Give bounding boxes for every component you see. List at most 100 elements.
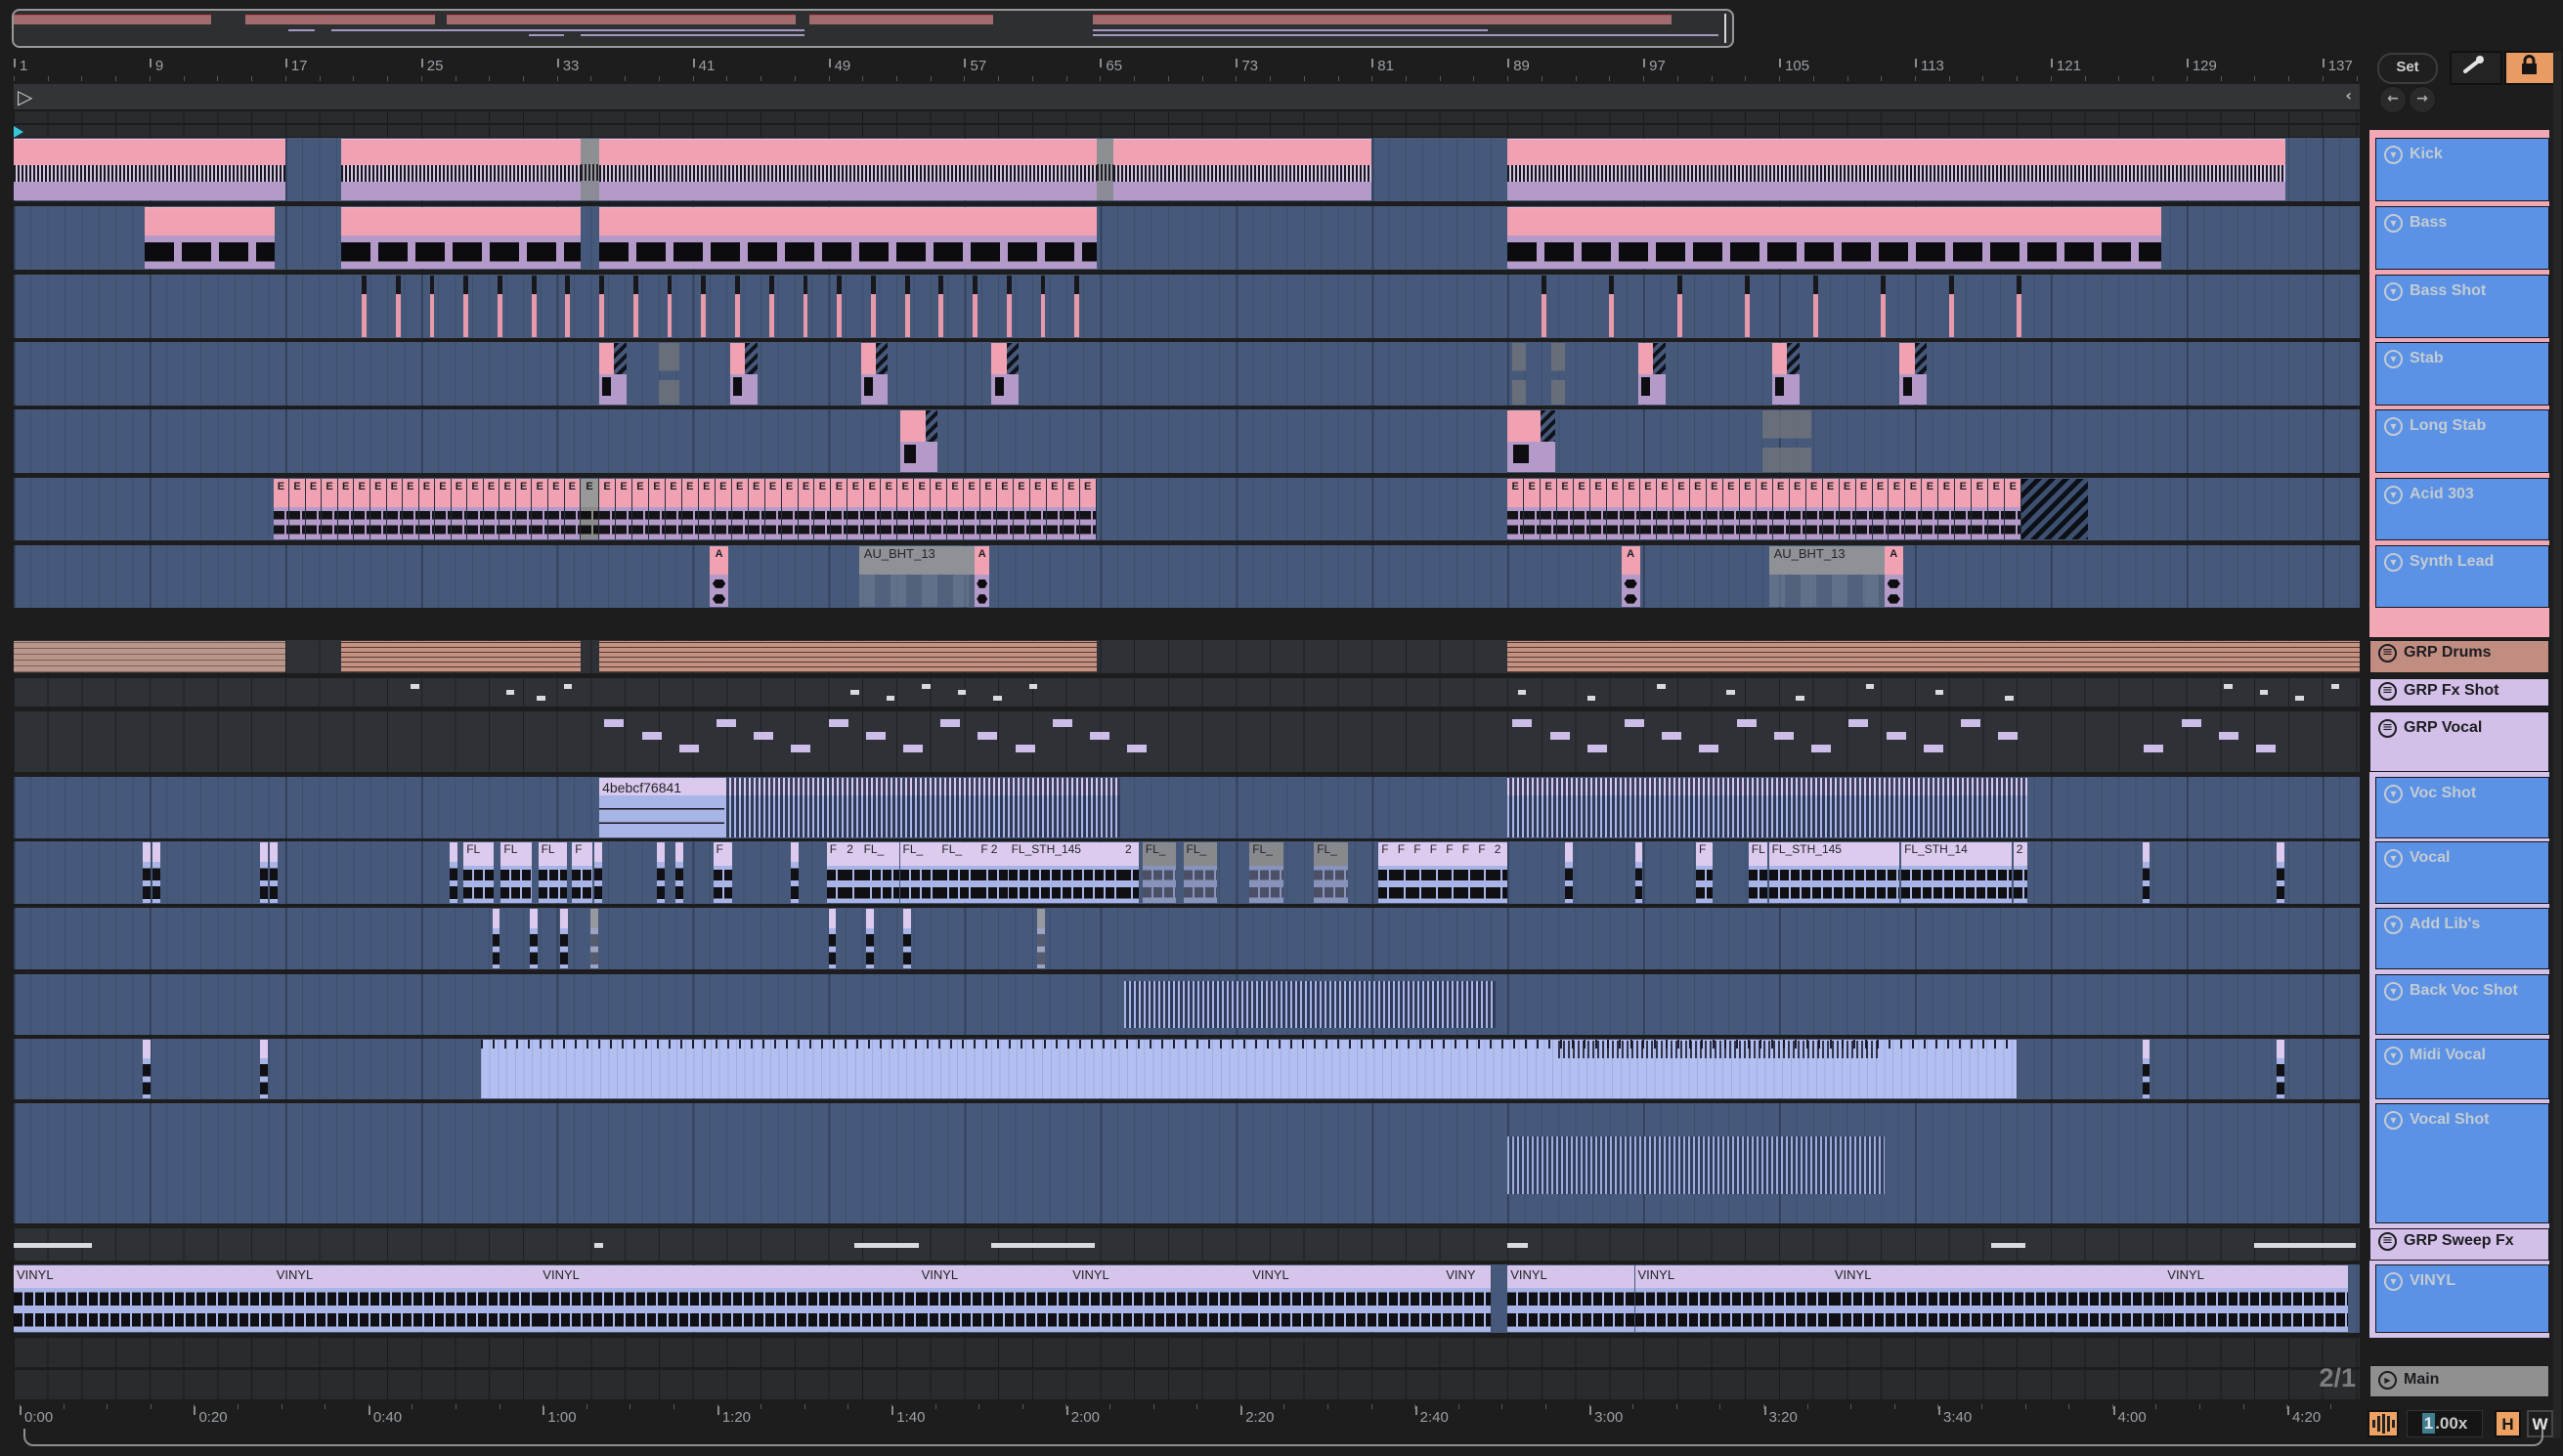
clip[interactable] — [1726, 690, 1735, 695]
clip[interactable] — [865, 909, 874, 968]
track-lane-vinyl[interactable]: VINYL VINYL VINYL VINYL VINYL VINYL VINY VINYL V… — [14, 1264, 2360, 1333]
track-lane-add-lib-s[interactable] — [14, 908, 2360, 969]
clip[interactable] — [1052, 719, 1072, 727]
clip[interactable]: FL_ — [1183, 842, 1218, 903]
track-header-midi-vocal[interactable]: ▼ Midi Vocal — [2375, 1039, 2549, 1099]
clip[interactable] — [1507, 410, 1555, 472]
clip[interactable] — [828, 719, 848, 727]
time-ruler[interactable]: 0:00 0:20 0:40 1:00 1:20 1:40 2:00 2:20 … — [0, 1400, 2360, 1430]
clip[interactable]: VINYL — [1249, 1265, 1444, 1332]
clip[interactable] — [1549, 732, 1570, 740]
clip[interactable]: VINYL — [14, 1265, 274, 1332]
clip[interactable] — [1512, 719, 1533, 727]
clip[interactable] — [1699, 745, 1719, 752]
draw-mode-button[interactable] — [2450, 51, 2502, 85]
clip[interactable] — [2256, 745, 2276, 752]
track-header-vocal-shot[interactable]: ▼ Vocal Shot — [2375, 1103, 2549, 1223]
clip[interactable] — [1097, 139, 1114, 200]
clip[interactable] — [144, 207, 276, 269]
empty-lane-strip[interactable] — [14, 1370, 2360, 1399]
clip[interactable] — [14, 1242, 92, 1248]
fold-icon[interactable]: ▼ — [2384, 785, 2403, 803]
clip-group[interactable]: E — [581, 479, 600, 539]
track-lane-grp-vocal[interactable] — [14, 711, 2360, 772]
track-lane-midi-vocal[interactable] — [14, 1039, 2360, 1099]
clip-group[interactable]: EEEEEEEEEEEEEEEEEEEEEEEEEEEEEE — [599, 479, 1097, 539]
clip[interactable] — [899, 410, 937, 472]
clip[interactable] — [1015, 745, 1035, 752]
clip[interactable] — [2259, 690, 2269, 695]
clip[interactable] — [657, 842, 665, 903]
clip[interactable]: A — [1621, 546, 1640, 607]
clip[interactable]: VINYL — [2164, 1265, 2348, 1332]
clip[interactable] — [973, 276, 978, 337]
clip[interactable]: VINYL — [1634, 1265, 1832, 1332]
track-lane-vocal-shot[interactable] — [14, 1103, 2360, 1223]
nav-forward-button[interactable]: → — [2409, 86, 2436, 113]
clip[interactable] — [2142, 842, 2150, 903]
track-header-add-lib-s[interactable]: ▼ Add Lib's — [2375, 908, 2549, 969]
clip[interactable]: FL_ — [899, 842, 939, 903]
track-header-voc-shot[interactable]: ▼ Voc Shot — [2375, 777, 2549, 838]
clip[interactable] — [1761, 410, 1812, 472]
track-header-vocal[interactable]: ▼ Vocal — [2375, 841, 2549, 904]
clip[interactable] — [2142, 1040, 2150, 1098]
clip[interactable] — [828, 909, 837, 968]
clip[interactable] — [14, 139, 285, 200]
clip[interactable] — [2276, 1040, 2284, 1098]
clip[interactable]: 2 — [1491, 842, 1508, 903]
clip[interactable] — [1586, 745, 1607, 752]
clip[interactable] — [395, 276, 401, 337]
fold-icon[interactable]: ▼ — [2384, 214, 2403, 233]
track-header-bass[interactable]: ▼ Bass — [2375, 206, 2549, 270]
clip[interactable] — [599, 139, 1097, 200]
clip[interactable] — [1040, 276, 1046, 337]
track-lane-synth-lead[interactable]: A AU_BHT_13 A A AU_BHT_13 A — [14, 545, 2360, 608]
clip[interactable]: F — [1458, 842, 1476, 903]
clip[interactable] — [1899, 343, 1928, 405]
clip[interactable] — [903, 909, 911, 968]
clip[interactable] — [599, 207, 1097, 269]
clip[interactable]: VINYL — [1831, 1265, 2165, 1332]
clip[interactable]: A — [1884, 546, 1903, 607]
clip[interactable]: F — [1394, 842, 1412, 903]
group-icon[interactable]: ≡ — [2378, 719, 2397, 738]
clip[interactable] — [1006, 276, 1012, 337]
clip[interactable] — [922, 684, 931, 689]
clip[interactable] — [991, 1242, 1096, 1248]
track-lane-bass[interactable] — [14, 206, 2360, 270]
fold-icon[interactable]: ▼ — [2384, 553, 2403, 572]
clip[interactable] — [599, 343, 627, 405]
clip[interactable] — [1886, 732, 1906, 740]
clip[interactable] — [1558, 1040, 1882, 1059]
clip[interactable]: 2 — [2013, 842, 2027, 903]
clip[interactable]: FL_STH_14 — [1901, 842, 2012, 903]
clip[interactable]: FL_ — [860, 842, 900, 903]
clip[interactable] — [1586, 696, 1596, 701]
track-header-main[interactable]: ▶ Main — [2369, 1365, 2549, 1397]
clip[interactable] — [1736, 719, 1757, 727]
fold-icon[interactable]: ▼ — [2384, 982, 2403, 1001]
clip[interactable] — [977, 732, 998, 740]
clip[interactable] — [1127, 745, 1148, 752]
clip[interactable] — [791, 745, 811, 752]
track-header-synth-lead[interactable]: ▼ Synth Lead — [2375, 545, 2549, 608]
clip[interactable]: 2 — [1122, 842, 1140, 903]
clip[interactable]: FL_ — [938, 842, 978, 903]
clip[interactable] — [957, 690, 967, 695]
clip[interactable] — [1657, 684, 1666, 689]
clip[interactable]: VINYL — [1507, 1265, 1635, 1332]
clip[interactable]: F — [1475, 842, 1492, 903]
track-header-kick[interactable]: ▼ Kick — [2375, 138, 2549, 201]
clip[interactable] — [837, 276, 843, 337]
clip[interactable]: VINYL — [1069, 1265, 1250, 1332]
clip[interactable] — [531, 276, 537, 337]
clip[interactable] — [529, 909, 538, 968]
clip[interactable]: FL — [538, 842, 568, 903]
clip[interactable] — [993, 696, 1002, 701]
clip[interactable]: F — [977, 842, 988, 903]
clip[interactable] — [1796, 696, 1805, 701]
fold-icon[interactable]: ▼ — [2384, 282, 2403, 301]
track-lane-grp-sweep-fx[interactable] — [14, 1228, 2360, 1261]
clip[interactable]: F — [1443, 842, 1459, 903]
